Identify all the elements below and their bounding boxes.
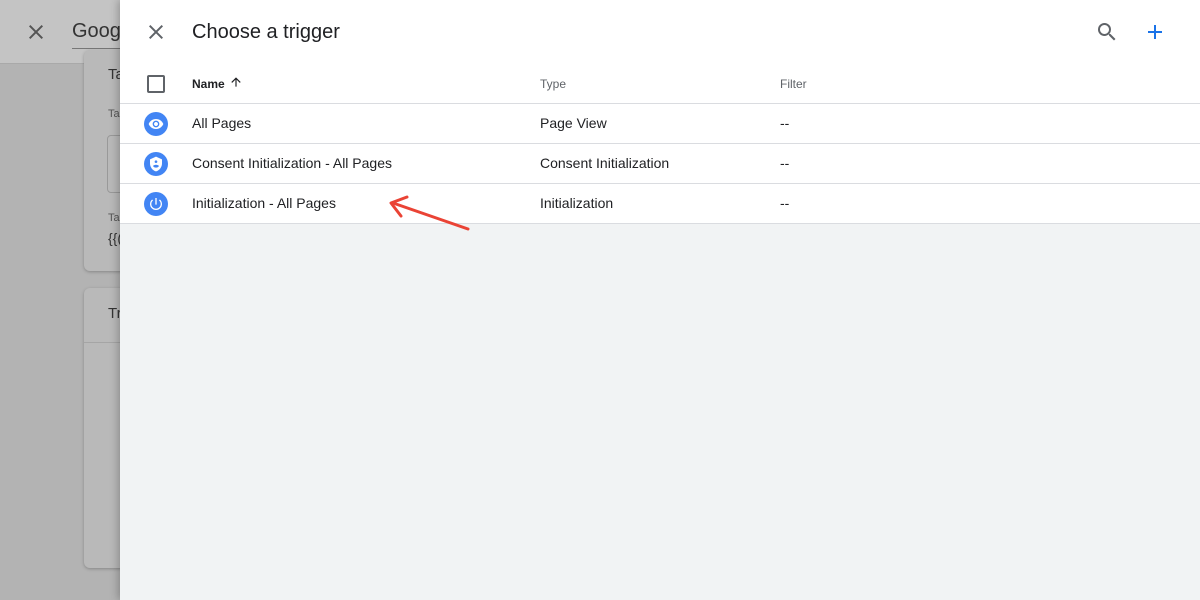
trigger-row-initialization[interactable]: Initialization - All Pages Initializatio… (120, 184, 1200, 224)
background-title: Goog (72, 20, 121, 42)
column-header-name[interactable]: Name (192, 77, 243, 92)
choose-trigger-panel: Choose a trigger Name Type Filter All Pa… (120, 0, 1200, 600)
trigger-row-all-pages[interactable]: All Pages Page View -- (120, 104, 1200, 144)
panel-title: Choose a trigger (192, 21, 340, 43)
column-header-filter[interactable]: Filter (780, 77, 807, 91)
trigger-filter: -- (780, 115, 790, 131)
trigger-name: Initialization - All Pages (192, 195, 336, 211)
trigger-row-consent-initialization[interactable]: Consent Initialization - All Pages Conse… (120, 144, 1200, 184)
shield-icon (144, 152, 168, 176)
column-header-name-label: Name (192, 77, 225, 91)
eye-icon (144, 112, 168, 136)
trigger-filter: -- (780, 195, 790, 211)
select-all-checkbox[interactable] (147, 75, 165, 93)
plus-icon[interactable] (1143, 20, 1167, 44)
trigger-type: Consent Initialization (540, 155, 670, 171)
arrow-up-icon (229, 75, 243, 92)
close-icon[interactable] (144, 20, 168, 44)
power-icon (144, 192, 168, 216)
trigger-filter: -- (780, 155, 790, 171)
background-close-icon (24, 20, 48, 44)
trigger-type: Page View (540, 115, 607, 131)
background-card-label: Ta (108, 108, 120, 120)
column-header-type[interactable]: Type (540, 77, 566, 91)
trigger-name: All Pages (192, 115, 252, 131)
search-icon[interactable] (1095, 20, 1119, 44)
trigger-type: Initialization (540, 195, 614, 211)
trigger-name: Consent Initialization - All Pages (192, 155, 392, 171)
table-header: Name Type Filter (120, 64, 1200, 104)
annotation-arrow (389, 195, 470, 231)
background-card-label-2: Ta (108, 212, 120, 224)
